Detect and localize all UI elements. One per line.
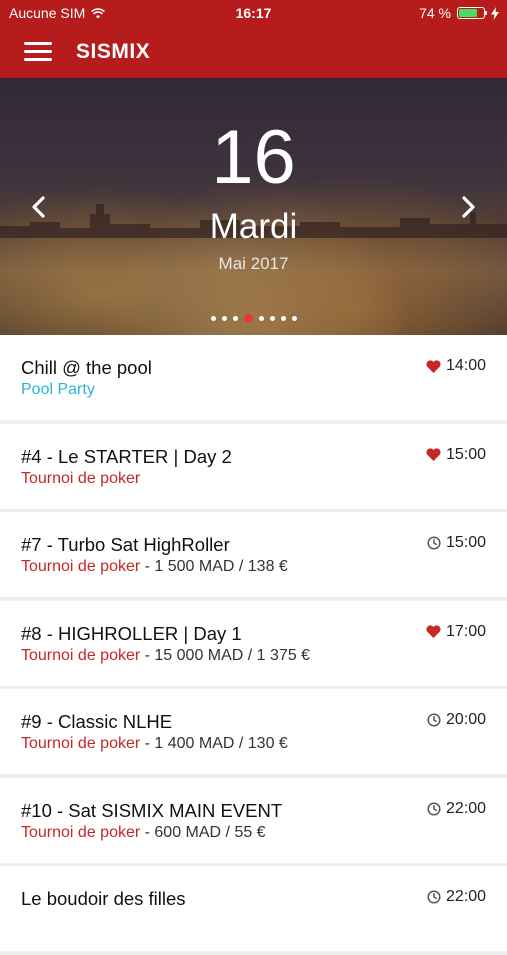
page-dot[interactable] — [221, 316, 227, 321]
event-title: #10 - Sat SISMIX MAIN EVENT — [21, 799, 283, 821]
event-subtitle: Tournoi de poker - 600 MAD / 55 € — [21, 824, 266, 842]
event-category: Tournoi de poker — [21, 735, 141, 752]
event-price: - 1 500 MAD / 138 € — [140, 558, 288, 575]
event-title: #9 - Classic NLHE — [21, 711, 173, 732]
event-title: Le boudoir des filles — [21, 888, 186, 909]
event-list-item[interactable]: #7 - Turbo Sat HighRoller Tournoi de poke… — [0, 512, 507, 597]
event-time-label: 20:00 — [445, 711, 486, 728]
page-dot[interactable] — [291, 316, 297, 321]
event-time-label: 22:00 — [445, 799, 486, 817]
status-bar: Aucune SIM 16:17 74 % — [0, 0, 507, 26]
page-dot[interactable] — [258, 316, 264, 321]
event-time-label: 17:00 — [445, 622, 486, 640]
event-time: 22:00 — [427, 888, 486, 906]
event-time: 17:00 — [426, 623, 486, 641]
chevron-left-icon — [32, 196, 45, 218]
heart-icon[interactable] — [426, 359, 441, 373]
event-time-label: 14:00 — [445, 357, 486, 374]
page-dot[interactable] — [232, 316, 238, 321]
event-category: Tournoi de poker — [21, 469, 141, 487]
event-time-label: 22:00 — [445, 888, 486, 905]
event-list: Chill @ the pool Pool Party 14:00 #4 - Le S… — [0, 335, 507, 955]
top-bar: Aucune SIM 16:17 74 % SISMIX — [0, 0, 507, 78]
hamburger-menu-icon[interactable] — [24, 42, 52, 62]
date-header: 16 Mardi Mai 2017 — [0, 78, 507, 335]
event-subtitle: Tournoi de poker - 1 500 MAD / 138 € — [21, 558, 288, 576]
page-dot[interactable] — [269, 316, 275, 321]
chevron-right-icon — [462, 196, 475, 218]
event-subtitle: Pool Party — [21, 381, 95, 399]
event-time-label: 15:00 — [445, 534, 486, 551]
page-dot[interactable] — [210, 316, 216, 321]
page-indicator[interactable] — [0, 314, 507, 323]
month-year: Mai 2017 — [218, 254, 289, 273]
clock-icon — [427, 536, 441, 550]
event-price: - 15 000 MAD / 1 375 € — [140, 646, 311, 664]
clock-icon — [427, 713, 441, 727]
event-category: Tournoi de poker — [21, 823, 141, 841]
event-list-item[interactable]: #8 - HIGHROLLER | Day 1 Tournoi de poker … — [0, 600, 507, 686]
event-time: 15:00 — [426, 446, 486, 464]
event-category: Tournoi de poker — [21, 646, 141, 664]
next-day-button[interactable] — [455, 190, 481, 224]
weekday: Mardi — [209, 207, 298, 246]
event-time: 15:00 — [427, 534, 486, 552]
event-subtitle: Tournoi de poker - 15 000 MAD / 1 375 € — [21, 647, 310, 665]
event-title: #4 - Le STARTER | Day 2 — [21, 445, 232, 467]
event-subtitle: Tournoi de poker — [21, 470, 140, 488]
event-list-item[interactable]: Le boudoir des filles 22:00 — [0, 866, 507, 951]
app-title: SISMIX — [76, 40, 151, 63]
event-list-item[interactable]: #9 - Classic NLHE Tournoi de poker - 1 40… — [0, 689, 507, 774]
event-price: - 1 400 MAD / 130 € — [140, 735, 288, 752]
event-list-item[interactable]: #10 - Sat SISMIX MAIN EVENT Tournoi de po… — [0, 777, 507, 863]
previous-day-button[interactable] — [26, 190, 52, 224]
event-price: - 600 MAD / 55 € — [140, 823, 266, 841]
event-list-item[interactable]: Chill @ the pool Pool Party 14:00 — [0, 335, 507, 420]
event-time: 22:00 — [427, 800, 486, 818]
event-time: 14:00 — [426, 357, 486, 375]
heart-icon[interactable] — [426, 625, 441, 638]
battery-icon — [457, 7, 487, 19]
event-list-item[interactable]: #4 - Le STARTER | Day 2 Tournoi de poker 1… — [0, 423, 507, 509]
event-category: Pool Party — [21, 381, 95, 398]
page-dot[interactable] — [280, 316, 286, 321]
charging-icon — [491, 6, 499, 20]
page-dot-active[interactable] — [243, 314, 253, 323]
event-subtitle: Tournoi de poker - 1 400 MAD / 130 € — [21, 735, 288, 753]
day-number: 16 — [211, 115, 296, 200]
event-time-label: 15:00 — [445, 445, 486, 463]
event-time: 20:00 — [427, 711, 486, 729]
battery-percent: 74 % — [419, 5, 451, 21]
clock-icon — [427, 801, 441, 816]
event-category: Tournoi de poker — [21, 558, 141, 575]
app-bar: SISMIX — [0, 26, 507, 78]
event-title: #8 - HIGHROLLER | Day 1 — [21, 622, 242, 644]
heart-icon[interactable] — [426, 448, 441, 461]
battery-status: 74 % — [419, 5, 499, 21]
clock-icon — [427, 890, 441, 904]
event-title: Chill @ the pool — [21, 357, 152, 378]
event-title: #7 - Turbo Sat HighRoller — [21, 534, 230, 555]
